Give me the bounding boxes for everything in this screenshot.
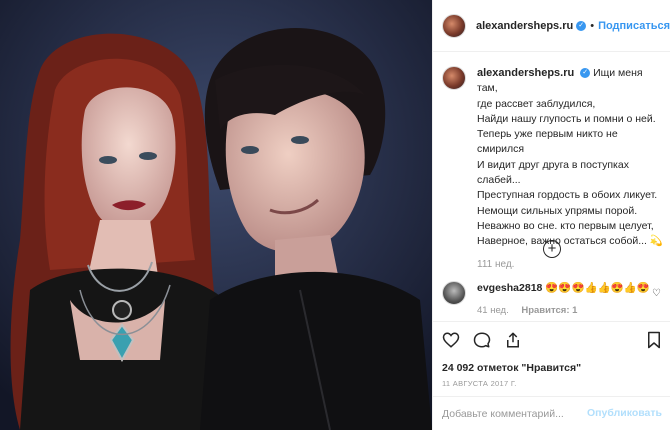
- load-more-comments-button[interactable]: +: [543, 240, 561, 258]
- caption-line: И видит друг друга в поступках: [477, 158, 629, 171]
- comment-input[interactable]: [442, 405, 592, 423]
- photo-illustration: [0, 0, 432, 430]
- plus-circle-icon: +: [547, 240, 557, 257]
- verified-badge-icon: ✓: [576, 20, 587, 31]
- comment-item: evgesha2818 😍😍😍👍👍😍👍😍 41 нед. Нравится: 1: [442, 281, 667, 316]
- author-username[interactable]: alexandersheps.ru: [476, 20, 573, 32]
- publish-button[interactable]: Опубликовать: [587, 407, 662, 419]
- commenter-avatar[interactable]: [442, 281, 466, 305]
- bookmark-icon[interactable]: [646, 331, 662, 349]
- caption-line: слабей...: [477, 174, 521, 187]
- caption-line: Найди нашу глупость и помни о ней.: [477, 112, 656, 125]
- caption-line: Немощи сильных упрямы порой.: [477, 204, 638, 217]
- caption-line: Теперь уже первым никто не: [477, 128, 618, 141]
- caption-line: Наверное, важно остаться собой... 💫: [477, 235, 663, 248]
- comment-timestamp[interactable]: 41 нед.: [477, 305, 509, 316]
- verified-badge-icon: ✓: [580, 68, 591, 79]
- post-sidebar: alexandersheps.ru ✓ • Подписаться alexan…: [432, 0, 670, 430]
- caption-timestamp[interactable]: 111 нед.: [477, 259, 664, 270]
- caption-line: Преступная гордость в обоих ликует.: [477, 189, 658, 202]
- caption-line: смирился: [477, 143, 525, 156]
- comment-like-heart-icon[interactable]: ♡: [652, 288, 661, 299]
- follow-button[interactable]: Подписаться: [598, 20, 670, 32]
- author-avatar[interactable]: [442, 13, 466, 38]
- comment-username[interactable]: evgesha2818: [477, 282, 542, 294]
- share-icon[interactable]: [504, 331, 522, 349]
- comment-text: 😍😍😍👍👍😍👍😍: [545, 282, 650, 294]
- caption-line: Неважно во сне. кто первым целует,: [477, 219, 654, 232]
- comment-icon[interactable]: [473, 331, 491, 349]
- caption-username[interactable]: alexandersheps.ru: [477, 67, 574, 79]
- caption-avatar[interactable]: [442, 66, 466, 90]
- post-date[interactable]: 11 АВГУСТА 2017 Г.: [442, 379, 517, 388]
- separator-dot: •: [590, 19, 595, 32]
- caption-text: alexandersheps.ru ✓ Ищи меня там, где ра…: [477, 66, 664, 250]
- post-header: alexandersheps.ru ✓ • Подписаться: [433, 0, 670, 52]
- post-photo[interactable]: [0, 0, 432, 430]
- post-actions: 24 092 отметок "Нравится" 11 АВГУСТА 201…: [433, 321, 670, 401]
- likes-count[interactable]: 24 092 отметок "Нравится": [442, 362, 581, 374]
- caption-line: где рассвет заблудился,: [477, 97, 596, 110]
- add-comment-bar: Опубликовать: [433, 396, 670, 430]
- comment-likes[interactable]: Нравится: 1: [521, 305, 577, 316]
- heart-icon[interactable]: [442, 331, 460, 349]
